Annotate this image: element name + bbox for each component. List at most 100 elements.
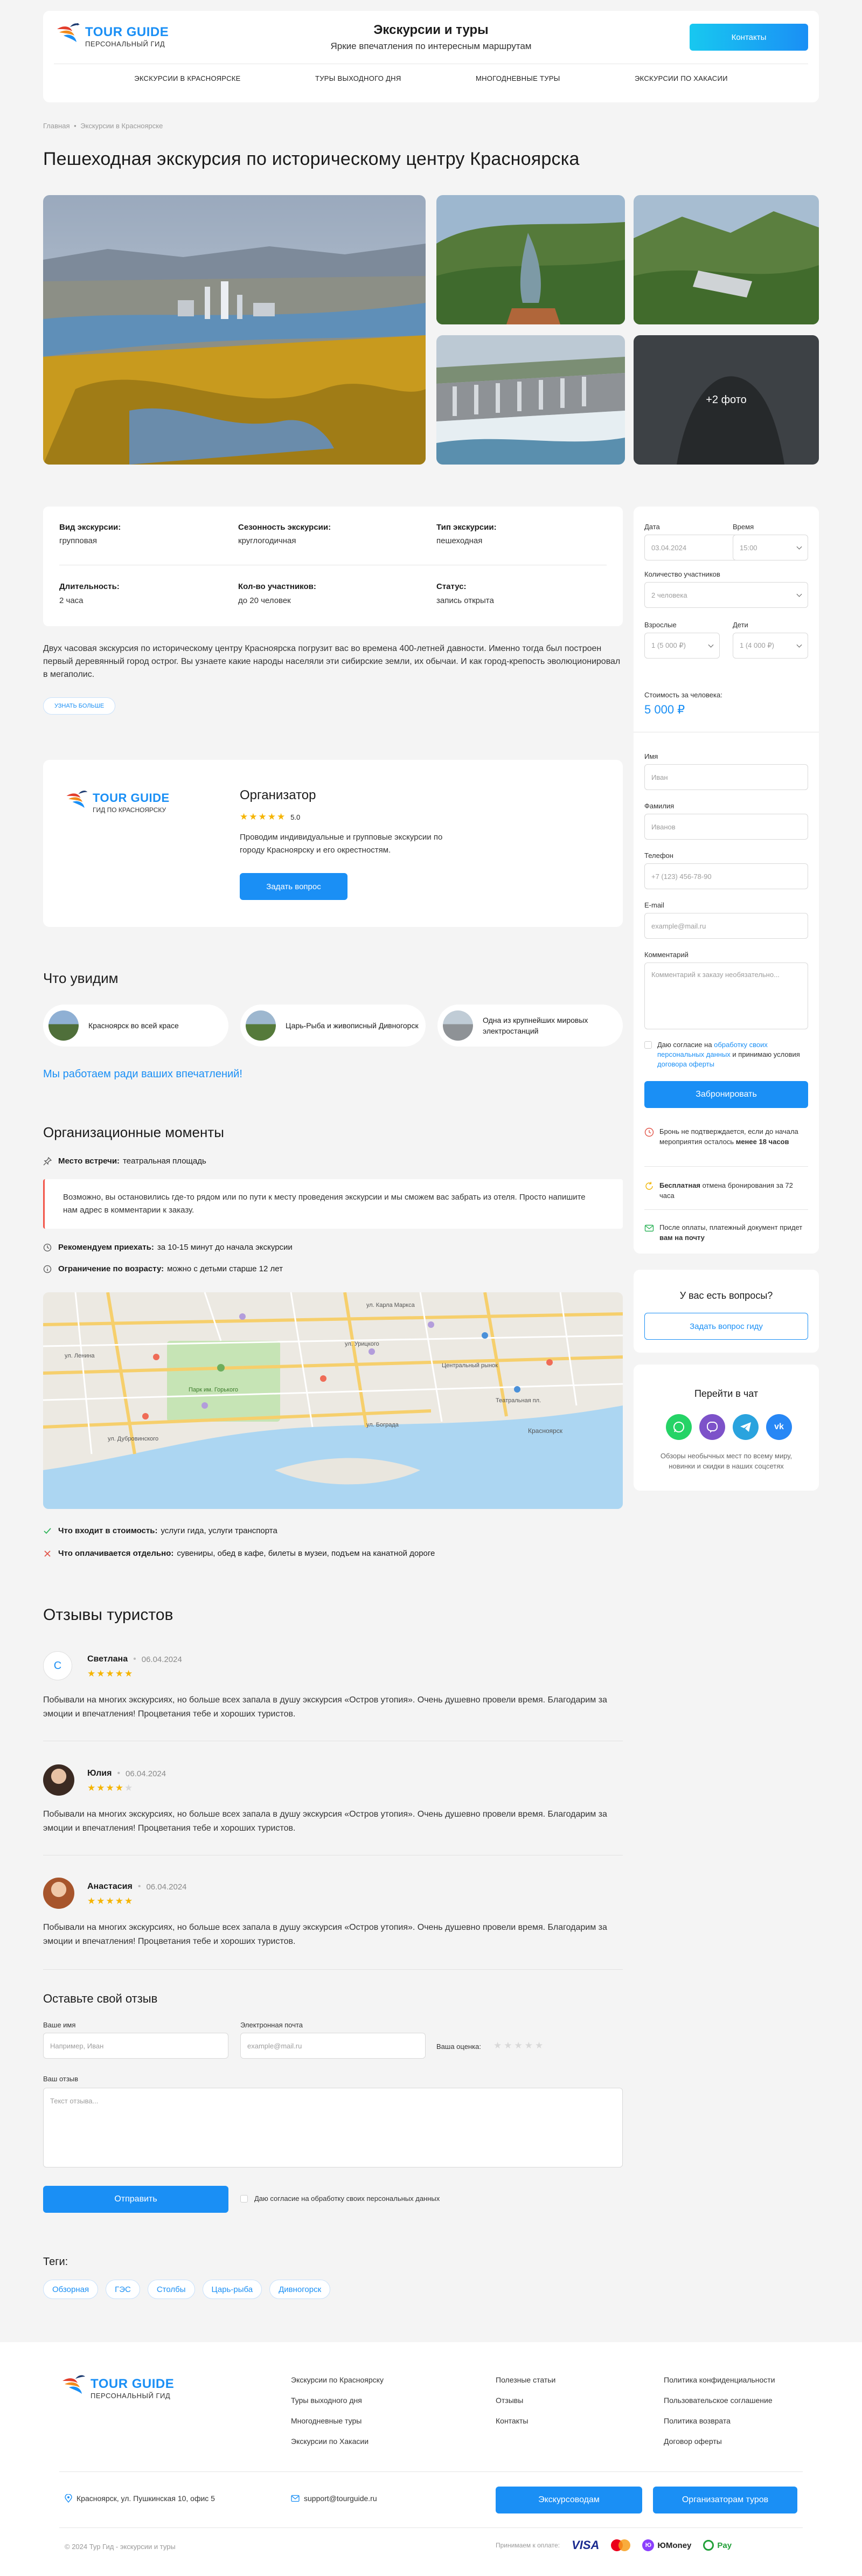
offer-link[interactable]: договора оферты — [657, 1060, 714, 1068]
review-stars: ★★★★★ — [87, 1783, 134, 1793]
review-text: Побывали на многих экскурсиях, но больше… — [43, 1810, 607, 1833]
questions-card: У вас есть вопросы? Задать вопрос гиду — [634, 1270, 819, 1353]
comment-input[interactable]: Комментарий к заказу необязательно... — [644, 962, 808, 1029]
location-icon — [65, 2494, 72, 2503]
header-logo[interactable]: TOUR GUIDE ПЕРСОНАЛЬНЫЙ ГИД — [54, 19, 183, 52]
footer-link[interactable]: Контакты — [496, 2416, 555, 2425]
cross-icon — [44, 1550, 51, 1557]
header-title: Экскурсии и туры — [373, 23, 489, 37]
contacts-button[interactable]: Контакты — [690, 24, 808, 51]
tag-item[interactable]: ГЭС — [106, 2280, 140, 2299]
footer-link[interactable]: Отзывы — [496, 2396, 555, 2405]
vk-icon[interactable]: vk — [766, 1414, 792, 1440]
review-header: Юлия • 06.04.2024 — [87, 1769, 166, 1778]
arrive-recommendation: Рекомендуем приехать: за 10-15 минут до н… — [43, 1243, 293, 1252]
review-name-input[interactable]: Например, Иван — [43, 2033, 228, 2059]
footer-link[interactable]: Экскурсии по Хакасии — [291, 2437, 384, 2446]
footer-link[interactable]: Политика возврата — [664, 2416, 775, 2425]
note-free-cancel: Бесплатная отмена бронирования за 72 час… — [644, 1180, 806, 1201]
tag-item[interactable]: Царь-рыба — [202, 2280, 262, 2299]
ask-guide-button[interactable]: Задать вопрос гиду — [644, 1313, 808, 1340]
first-name-input[interactable]: Иван — [644, 764, 808, 790]
meeting-map[interactable]: ул. Карла Маркса ул. Ленина ул. Урицкого… — [43, 1292, 623, 1509]
nav-multiday-tours[interactable]: МНОГОДНЕВНЫЕ ТУРЫ — [476, 74, 560, 82]
review-rating-input[interactable]: ★★★★★ — [493, 2040, 545, 2051]
footer-col-info: Полезные статьи Отзывы Контакты — [496, 2376, 555, 2437]
review-author: Юлия — [87, 1769, 112, 1778]
nav-weekend-tours[interactable]: ТУРЫ ВЫХОДНОГО ДНЯ — [315, 74, 401, 82]
review-avatar: Ю — [43, 1764, 74, 1796]
clock-icon — [43, 1243, 52, 1251]
checkbox[interactable] — [644, 1041, 652, 1049]
gallery-more-photos[interactable]: +2 фото — [634, 335, 819, 465]
footer-link[interactable]: Пользовательское соглашение — [664, 2396, 775, 2405]
gallery-main-photo[interactable] — [43, 195, 426, 465]
yoomoney-icon: Ю ЮMoney — [642, 2539, 691, 2551]
review-consent[interactable]: Даю согласие на обработку своих персонал… — [240, 2194, 440, 2203]
footer-link[interactable]: Экскурсии по Красноярску — [291, 2376, 384, 2384]
sight-card-tsar-fish[interactable]: Царь-Рыба и живописный Дивногорск — [240, 1005, 426, 1047]
organizer-logo-title: TOUR GUIDE — [93, 791, 170, 805]
gallery-photo-3[interactable] — [634, 195, 819, 324]
tag-item[interactable]: Обзорная — [43, 2280, 99, 2299]
breadcrumb-current[interactable]: Экскурсии в Красноярске — [80, 122, 163, 130]
adults-select[interactable]: 1 (5 000 ₽) — [644, 633, 720, 659]
send-review-button[interactable]: Отправить — [43, 2186, 228, 2213]
email-input[interactable]: example@mail.ru — [644, 913, 808, 939]
footer-link[interactable]: Многодневные туры — [291, 2416, 384, 2425]
mail-icon — [291, 2495, 300, 2502]
sight-card-power-plant[interactable]: Одна из крупнейших мировых электростанци… — [437, 1005, 623, 1047]
ask-question-button[interactable]: Задать вопрос — [240, 873, 347, 900]
footer-logo[interactable]: TOUR GUIDE ПЕРСОНАЛЬНЫЙ ГИД — [59, 2371, 189, 2404]
footer-link[interactable]: Договор оферты — [664, 2437, 775, 2446]
excursion-info-card-2: Длительность: 2 часа Кол-во участников: … — [43, 566, 623, 626]
chevron-down-icon — [796, 544, 802, 550]
book-button[interactable]: Забронировать — [644, 1081, 808, 1108]
guides-button[interactable]: Экскурсоводам — [496, 2487, 642, 2513]
header: TOUR GUIDE ПЕРСОНАЛЬНЫЙ ГИД Экскурсии и … — [43, 11, 819, 102]
telegram-icon[interactable] — [733, 1414, 759, 1440]
star-icon: ★★★★★ — [240, 812, 287, 822]
learn-more-button[interactable]: УЗНАТЬ БОЛЬШЕ — [43, 697, 116, 715]
slogan: Мы работаем ради ваших впечатлений! — [43, 1068, 242, 1080]
organizers-button[interactable]: Организаторам туров — [653, 2487, 797, 2513]
excursion-description: Двух часовая экскурсия по историческому … — [43, 644, 621, 679]
review-header: Светлана • 06.04.2024 — [87, 1654, 182, 1664]
nav-khakassia[interactable]: ЭКСКУРСИИ ПО ХАКАСИИ — [635, 74, 728, 82]
organizer-logo-icon — [66, 791, 88, 808]
price-value: 5 000 ₽ — [644, 703, 685, 716]
viber-icon[interactable] — [699, 1414, 725, 1440]
children-select[interactable]: 1 (4 000 ₽) — [733, 633, 808, 659]
reviews-title: Отзывы туристов — [43, 1606, 173, 1624]
footer-link[interactable]: Туры выходного дня — [291, 2396, 384, 2405]
footer-email[interactable]: support@tourguide.ru — [291, 2494, 377, 2503]
gallery-photo-2[interactable] — [436, 195, 625, 324]
people-select[interactable]: 2 человека — [644, 582, 808, 608]
whatsapp-icon[interactable] — [666, 1414, 692, 1440]
main-nav: ЭКСКУРСИИ В КРАСНОЯРСКЕ ТУРЫ ВЫХОДНОГО Д… — [43, 74, 819, 82]
last-name-input[interactable]: Иванов — [644, 814, 808, 840]
review-author: Светлана — [87, 1654, 128, 1664]
checkbox[interactable] — [240, 2194, 248, 2203]
chat-text: Обзоры необычных мест по всему миру, нов… — [660, 1452, 793, 1470]
info-duration-label: Длительность: — [59, 582, 120, 591]
phone-input[interactable]: +7 (123) 456-78-90 — [644, 863, 808, 889]
nav-excursions-krasnoyarsk[interactable]: ЭКСКУРСИИ В КРАСНОЯРСКЕ — [134, 74, 240, 82]
gallery-photo-4[interactable] — [436, 335, 625, 465]
sight-card-krasnoyarsk[interactable]: Красноярск во всей красе — [43, 1005, 228, 1047]
note-no-confirm: Бронь не подтверждается, если до начала … — [644, 1126, 806, 1147]
review-stars: ★★★★★ — [87, 1896, 134, 1906]
review-email-input[interactable]: example@mail.ru — [240, 2033, 426, 2059]
chevron-down-icon — [708, 642, 714, 648]
breadcrumb-home[interactable]: Главная — [43, 122, 69, 130]
tag-item[interactable]: Дивногорск — [269, 2280, 331, 2299]
info-count-label: Кол-во участников: — [238, 582, 316, 591]
footer-link[interactable]: Политика конфиденциальности — [664, 2376, 775, 2384]
footer-link[interactable]: Полезные статьи — [496, 2376, 555, 2384]
time-select[interactable]: 15:00 — [733, 535, 808, 560]
info-season-value: круглогодичная — [238, 536, 296, 545]
pickup-notice: Возможно, вы остановились где-то рядом и… — [43, 1179, 623, 1229]
tag-item[interactable]: Столбы — [147, 2280, 195, 2299]
review-text-input[interactable]: Текст отзыва... — [43, 2088, 623, 2168]
mastercard-icon — [611, 2539, 631, 2551]
